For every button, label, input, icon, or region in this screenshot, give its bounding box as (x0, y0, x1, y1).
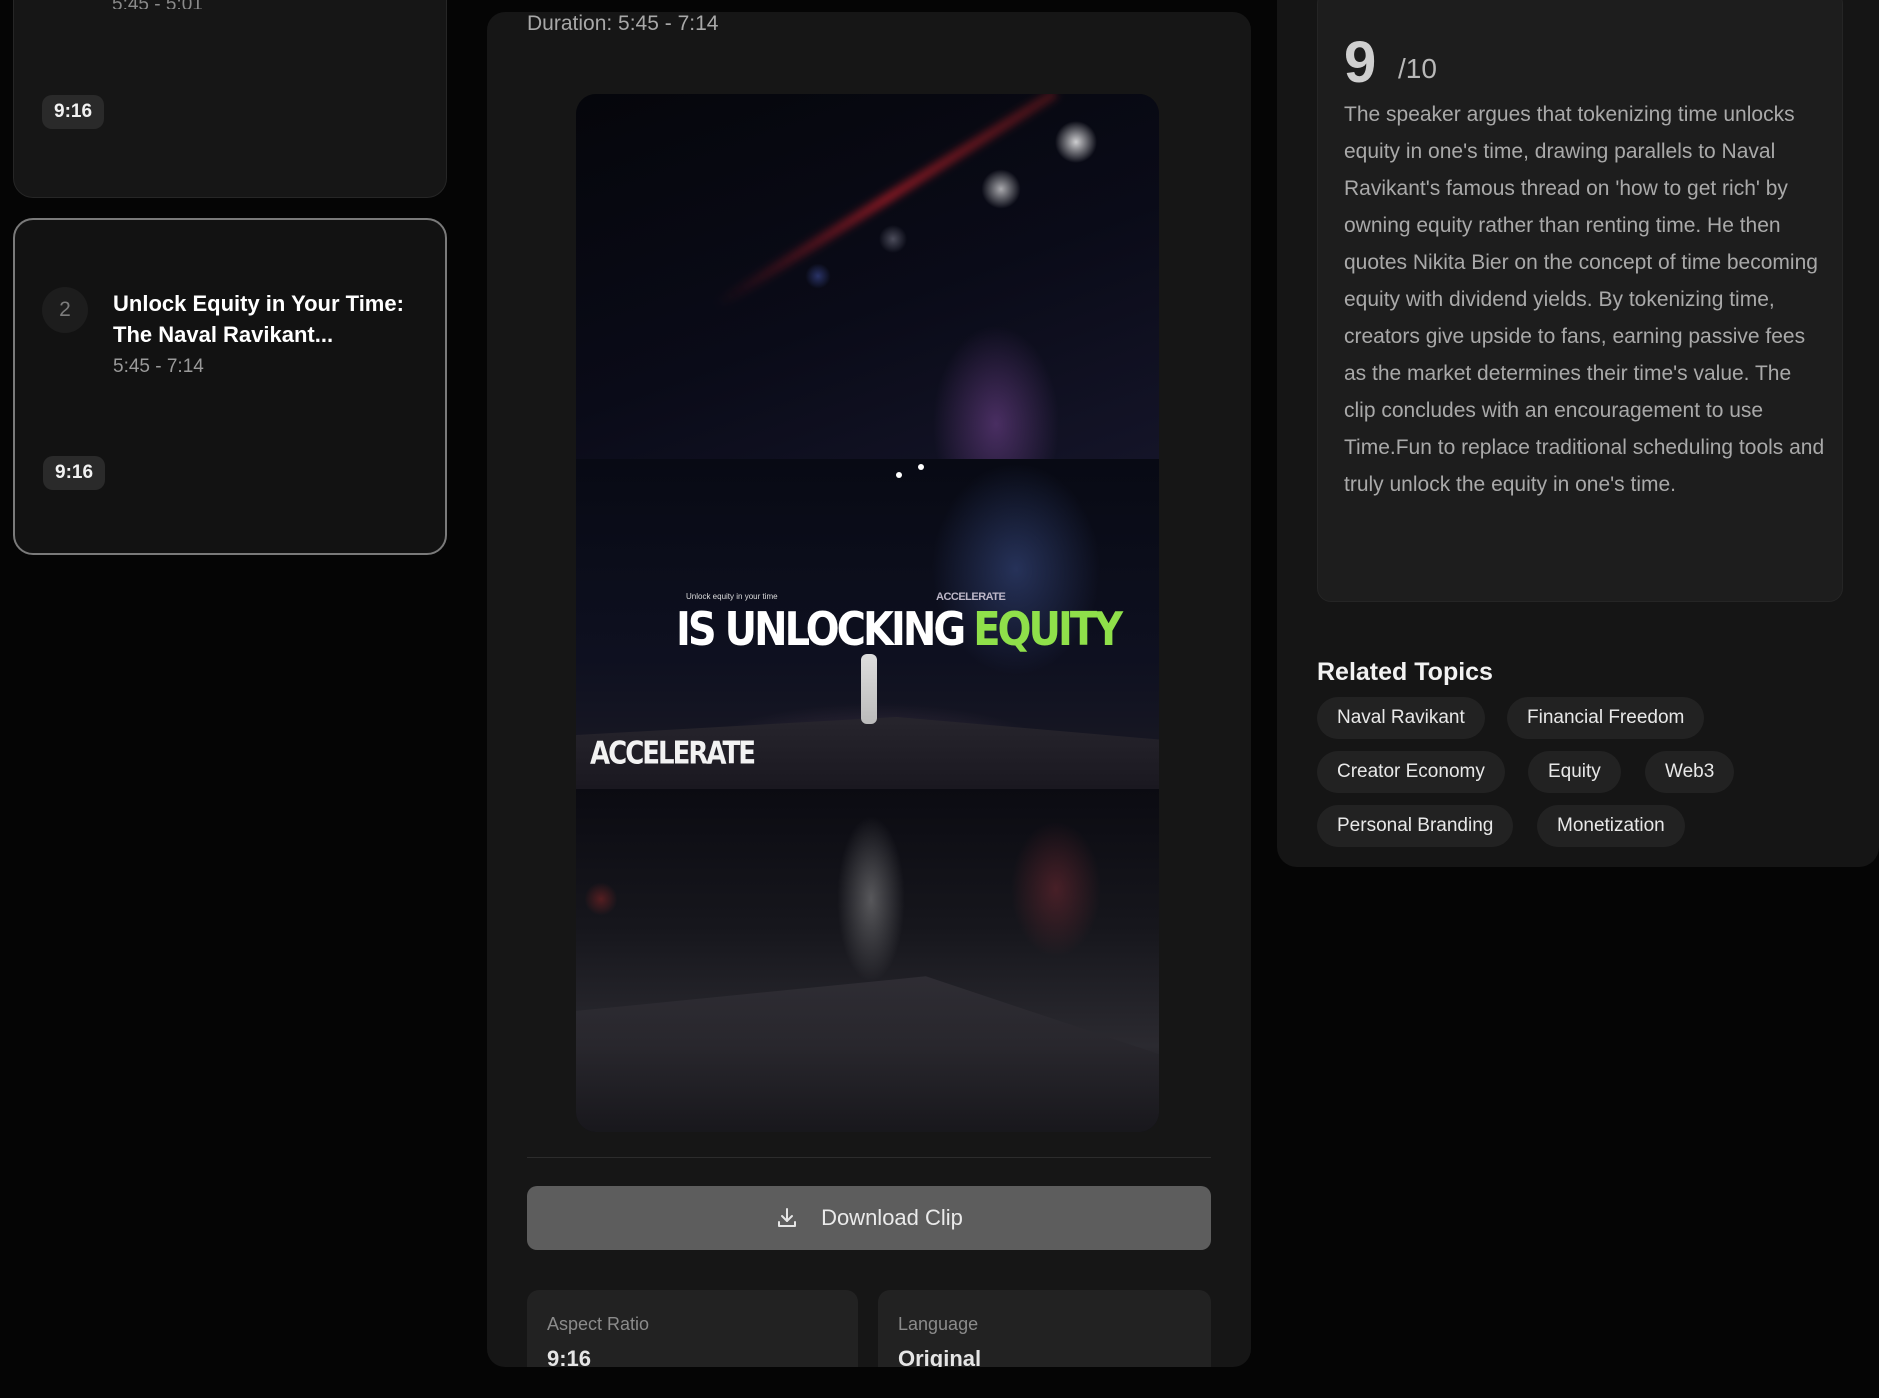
aspect-ratio-info: Aspect Ratio 9:16 (527, 1290, 858, 1367)
stage-lights (896, 464, 936, 478)
meta-label: Language (898, 1314, 979, 1334)
clip-card-1[interactable]: 5:45 - 5:01 9:16 (13, 0, 447, 198)
clip-time-range: 5:45 - 5:01 (112, 0, 203, 9)
clip-card-2[interactable]: 2 Unlock Equity in Your Time: The Naval … (13, 218, 447, 555)
meta-value: 9:16 (547, 1346, 592, 1367)
related-topics-title: Related Topics (1317, 658, 1493, 686)
stage-light-beam (713, 94, 1059, 310)
download-clip-label: Download Clip (821, 1205, 963, 1230)
clip-time-range: 5:45 - 7:14 (113, 356, 204, 377)
score-card: 9 /10 The speaker argues that tokenizing… (1317, 0, 1843, 602)
topic-chip[interactable]: Creator Economy (1317, 751, 1505, 793)
topic-chip[interactable]: Financial Freedom (1507, 697, 1705, 739)
clip-number: 2 (42, 287, 88, 333)
download-icon (778, 1208, 797, 1227)
topic-chip[interactable]: Naval Ravikant (1317, 697, 1485, 739)
headline-white: IS UNLOCKING (676, 603, 966, 657)
download-clip-button[interactable]: Download Clip (527, 1186, 1211, 1250)
divider (527, 1157, 1211, 1158)
clip-analysis-panel: 9 /10 The speaker argues that tokenizing… (1277, 0, 1879, 867)
speaker-figure (861, 654, 877, 724)
virality-score: 9 (1344, 30, 1377, 95)
topic-chip[interactable]: Web3 (1645, 751, 1735, 793)
topic-chip[interactable]: Personal Branding (1317, 805, 1514, 847)
aspect-ratio-badge: 9:16 (43, 456, 106, 490)
clip-title: Unlock Equity in Your Time: The Naval Ra… (113, 291, 404, 347)
video-blurred-background-bottom (576, 789, 1159, 1132)
video-headline: IS UNLOCKING EQUITY (676, 603, 1123, 657)
topic-chip[interactable]: Equity (1528, 751, 1621, 793)
headline-green: EQUITY (973, 603, 1123, 657)
aspect-ratio-badge: 9:16 (42, 95, 105, 129)
video-frame: Unlock equity in your time ACCELERATE IS… (576, 459, 1159, 789)
score-max: /10 (1398, 53, 1437, 84)
event-logo-small: ACCELERATE (936, 591, 1006, 603)
blurred-stage-floor (576, 976, 1159, 1132)
video-blurred-background-top (576, 94, 1159, 459)
duration-label: Duration: 5:45 - 7:14 (527, 12, 719, 35)
video-small-caption: Unlock equity in your time (686, 592, 778, 601)
clip-player-panel: Duration: 5:45 - 7:14 Unlock equity in y… (487, 12, 1251, 1367)
video-preview[interactable]: Unlock equity in your time ACCELERATE IS… (576, 94, 1159, 1132)
score-explanation: The speaker argues that tokenizing time … (1344, 103, 1825, 496)
event-logo: ACCELERATE (590, 736, 756, 772)
language-info: Language Original (878, 1290, 1211, 1367)
meta-label: Aspect Ratio (547, 1314, 650, 1334)
topic-chip[interactable]: Monetization (1537, 805, 1685, 847)
meta-value: Original (898, 1346, 982, 1367)
